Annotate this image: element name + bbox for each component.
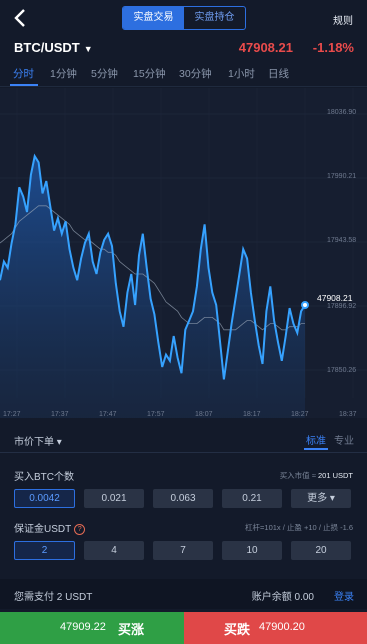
y-tick-label: 18036.90 <box>327 109 356 116</box>
buy-price: 47909.22 <box>60 621 106 633</box>
mode-indicator <box>304 448 328 450</box>
margin-label-row: 保证金USDT? <box>14 520 86 535</box>
price-chart[interactable]: 18036.90 17990.21 17943.58 17896.92 17850.26… <box>0 88 367 418</box>
qty-option[interactable]: 0.21 <box>222 489 282 508</box>
divider <box>0 452 367 453</box>
tf-daily[interactable]: 日线 <box>268 66 289 81</box>
x-tick-label: 18:27 <box>291 411 309 418</box>
trade-mode-tabs: 实盘交易 实盘持仓 <box>122 6 246 30</box>
quantity-hint-prefix: 买入市值 ≈ <box>279 471 316 480</box>
tf-1m[interactable]: 1分钟 <box>50 66 77 81</box>
x-tick-label: 18:17 <box>243 411 261 418</box>
y-tick-label: 17896.92 <box>327 303 356 310</box>
margin-option[interactable]: 2 <box>14 541 75 560</box>
y-tick-label: 17850.26 <box>327 367 356 374</box>
qty-more-button[interactable]: 更多 ▾ <box>291 489 351 508</box>
timeframe-bar: 分时 1分钟 5分钟 15分钟 30分钟 1小时 日线 <box>0 62 367 87</box>
x-tick-label: 18:07 <box>195 411 213 418</box>
top-bar: 实盘交易 实盘持仓 规则 <box>0 0 367 36</box>
margin-label: 保证金USDT <box>14 524 72 535</box>
tf-15m[interactable]: 15分钟 <box>133 66 166 81</box>
tf-5m[interactable]: 5分钟 <box>91 66 118 81</box>
order-type-select[interactable]: 市价下单 ▾ <box>14 433 62 448</box>
margin-option[interactable]: 4 <box>84 541 144 560</box>
buy-label: 买涨 <box>118 622 145 637</box>
quantity-hint: 买入市值 ≈ 201 USDT <box>280 470 353 481</box>
pair-name: BTC/USDT <box>14 40 80 55</box>
last-price: 47908.21 <box>238 40 293 55</box>
qty-option[interactable]: 0.0042 <box>14 489 75 508</box>
sell-price: 47900.20 <box>259 621 305 633</box>
margin-option[interactable]: 7 <box>153 541 213 560</box>
tf-timeshare[interactable]: 分时 <box>13 66 34 81</box>
quantity-options: 0.0042 0.021 0.063 0.21 更多 ▾ <box>14 489 351 508</box>
margin-option[interactable]: 20 <box>291 541 351 560</box>
tf-30m[interactable]: 30分钟 <box>179 66 212 81</box>
tf-active-indicator <box>10 84 38 86</box>
qty-option[interactable]: 0.063 <box>153 489 213 508</box>
margin-hint: 杠杆=101x / 止盈 +10 / 止损 -1.6 <box>245 523 353 532</box>
price-change: -1.18% <box>312 40 354 55</box>
help-icon[interactable]: ? <box>74 524 86 535</box>
x-tick-label: 17:27 <box>3 411 21 418</box>
payment-row: 您需支付 2 USDT 账户余额 0.00 登录 <box>0 579 367 609</box>
account-balance: 账户余额 0.00 <box>251 592 314 603</box>
current-price-label: 47908.21 <box>317 293 353 303</box>
y-tick-label: 17990.21 <box>327 173 356 180</box>
quantity-hint-value: 201 USDT <box>317 471 353 480</box>
pair-header: BTC/USDT ▼ 47908.21 -1.18% <box>0 36 367 58</box>
caret-down-icon: ▼ <box>83 44 93 54</box>
tf-1h[interactable]: 1小时 <box>228 66 255 81</box>
x-tick-label: 18:37 <box>339 411 357 418</box>
back-arrow-icon[interactable] <box>12 8 30 28</box>
x-tick-label: 17:37 <box>51 411 69 418</box>
buy-up-button[interactable]: 47909.22 买涨 <box>0 612 184 644</box>
tab-standard[interactable]: 标准 <box>306 432 326 447</box>
rules-link[interactable]: 规则 <box>333 12 353 27</box>
x-tick-label: 17:47 <box>99 411 117 418</box>
current-price-dot <box>301 301 309 309</box>
pair-selector[interactable]: BTC/USDT ▼ <box>14 40 93 55</box>
payment-amount: 您需支付 2 USDT <box>14 592 93 603</box>
quantity-label: 买入BTC个数 <box>14 472 74 483</box>
tab-pro[interactable]: 专业 <box>334 432 354 447</box>
x-tick-label: 17:57 <box>147 411 165 418</box>
buy-down-button[interactable]: 买跌 47900.20 <box>184 612 367 644</box>
tab-live-trade[interactable]: 实盘交易 <box>123 7 184 29</box>
tab-live-positions[interactable]: 实盘持仓 <box>184 7 245 29</box>
margin-option[interactable]: 10 <box>222 541 282 560</box>
sell-label: 买跌 <box>224 622 251 637</box>
login-link[interactable]: 登录 <box>334 588 354 603</box>
qty-option[interactable]: 0.021 <box>84 489 144 508</box>
y-tick-label: 17943.58 <box>327 237 356 244</box>
margin-options: 2 4 7 10 20 <box>14 541 351 560</box>
